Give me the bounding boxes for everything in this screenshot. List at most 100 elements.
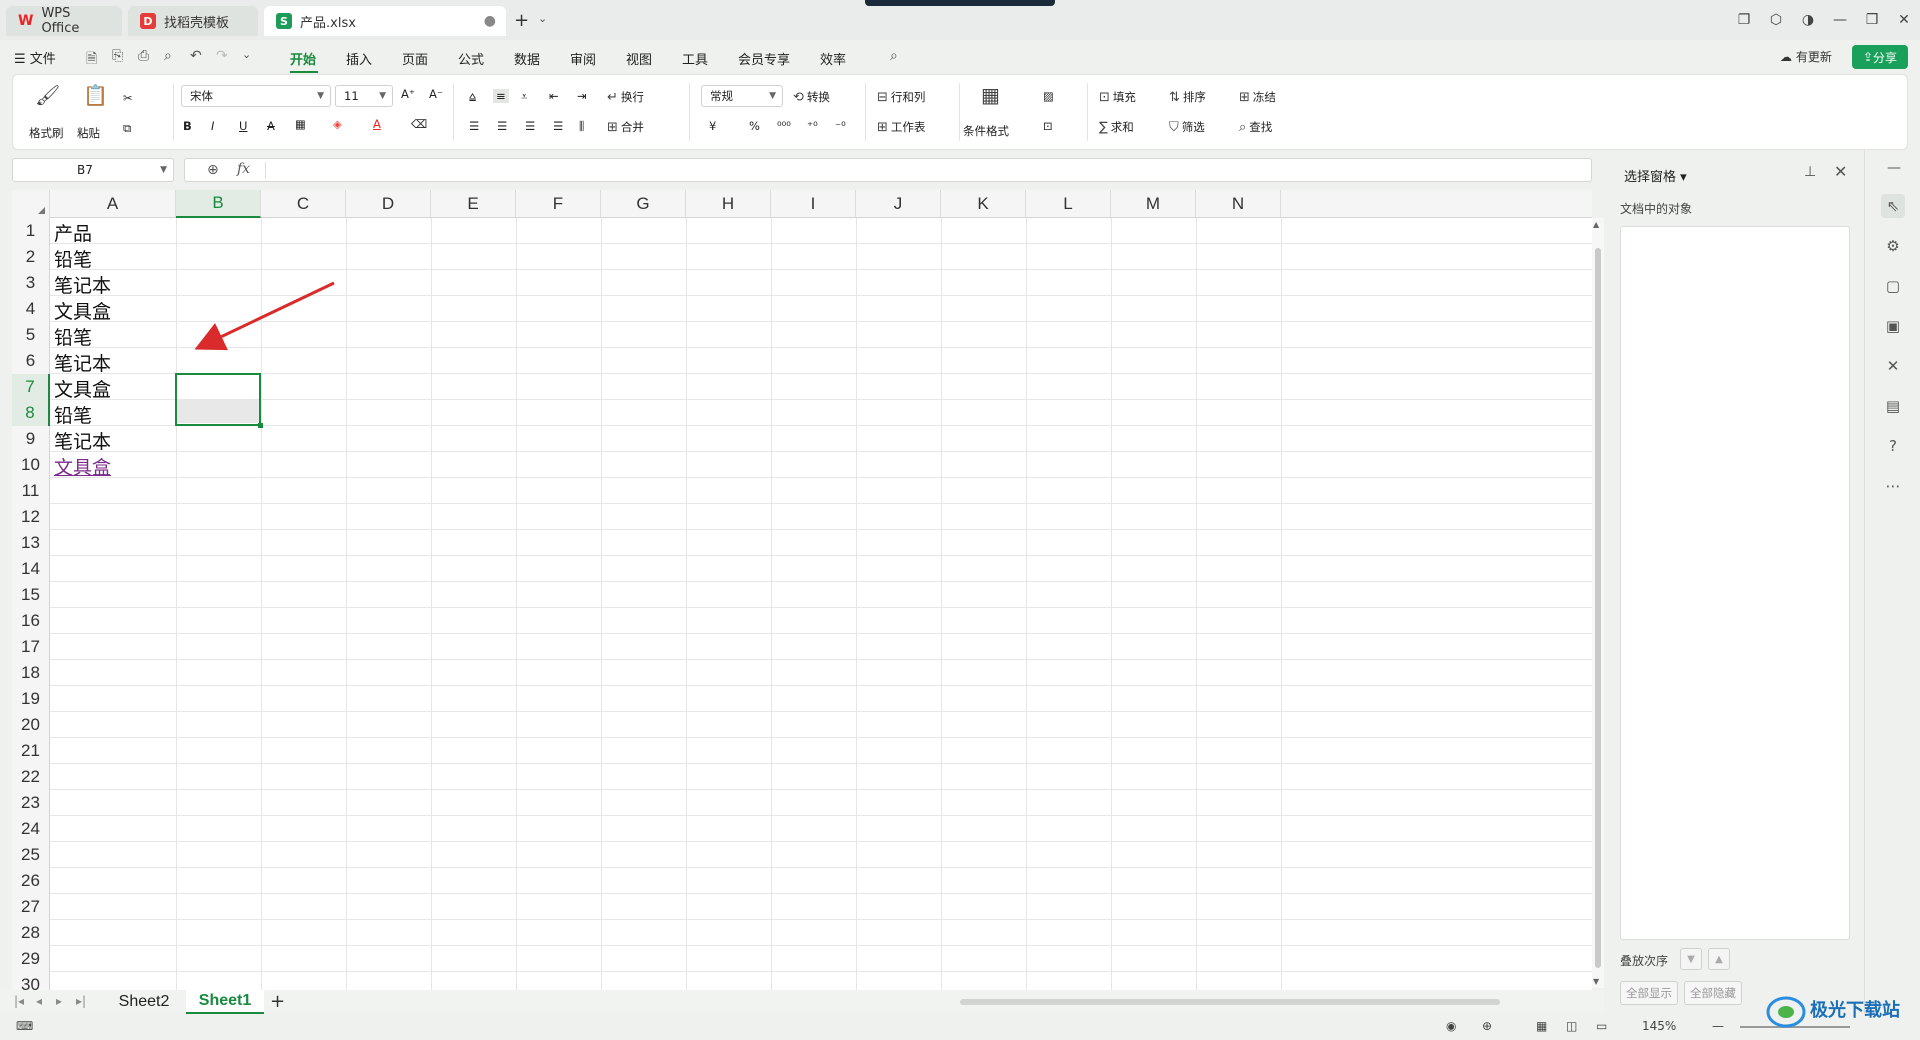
distribute-icon[interactable]: ⫼	[579, 119, 584, 134]
update-button[interactable]: ☁ 有更新	[1780, 48, 1832, 65]
adjust-icon[interactable]: ⚙	[1881, 234, 1905, 258]
pane-title[interactable]: 选择窗格 ▾	[1624, 166, 1687, 185]
indent-decrease-icon[interactable]: ⇤	[549, 89, 559, 103]
select-pointer-icon[interactable]: ⇖	[1881, 194, 1905, 218]
chevron-down-icon[interactable]: ⌄	[538, 12, 547, 25]
restore-icon[interactable]: ❒	[1856, 8, 1888, 32]
tile-icon[interactable]: ❐	[1728, 8, 1760, 32]
convert-button[interactable]: ⟲ 转换	[793, 89, 830, 105]
menu-tab-insert[interactable]: 插入	[346, 49, 372, 68]
fill-button[interactable]: ⊡ 填充	[1099, 89, 1136, 105]
tab-document[interactable]: S 产品.xlsx ●	[264, 6, 506, 36]
decimal-increase-icon[interactable]: ⁺⁰	[807, 119, 818, 133]
align-top-icon[interactable]: ⩠	[469, 89, 476, 104]
new-tab-icon[interactable]: +	[514, 10, 529, 31]
align-middle-icon[interactable]: ≡	[493, 89, 509, 103]
show-all-button[interactable]: 全部显示	[1620, 981, 1678, 1005]
name-box[interactable]: B7 ▼	[12, 158, 174, 182]
menu-tab-home[interactable]: 开始	[290, 49, 316, 68]
freeze-button[interactable]: ⊞ 冻结	[1239, 89, 1276, 105]
cube-icon[interactable]: ⬡	[1760, 8, 1792, 32]
normal-view-icon[interactable]: ▦	[1536, 1019, 1547, 1033]
menu-tab-view[interactable]: 视图	[626, 49, 652, 68]
menu-tab-efficiency[interactable]: 效率	[820, 49, 846, 68]
align-center-icon[interactable]: ☰	[497, 119, 507, 133]
tab-wps-office[interactable]: W WPS Office	[6, 6, 122, 36]
conditional-format-button[interactable]: 条件格式	[963, 123, 1009, 139]
export-pdf-icon[interactable]: ⎘	[112, 48, 123, 64]
vertical-scrollbar[interactable]: ▲ ▼	[1592, 218, 1604, 988]
thousands-icon[interactable]: ⁰⁰⁰	[777, 119, 791, 133]
eye-protection-icon[interactable]: ◉	[1446, 1019, 1456, 1033]
font-name-select[interactable]: 宋体 ▼	[181, 85, 331, 107]
target-icon[interactable]: ⊕	[1482, 1019, 1492, 1033]
paste-button[interactable]: 粘贴	[77, 125, 100, 141]
justify-icon[interactable]: ☰	[553, 119, 563, 133]
indent-increase-icon[interactable]: ⇥	[577, 89, 587, 103]
sort-button[interactable]: ⇅ 排序	[1169, 89, 1206, 105]
minimize-icon[interactable]: —	[1824, 8, 1856, 32]
save-icon[interactable]: 🗎	[86, 48, 97, 72]
border-icon[interactable]: ▦	[295, 117, 306, 131]
underline-icon[interactable]: U	[239, 119, 247, 133]
macro-icon[interactable]: ⌨	[16, 1019, 33, 1033]
wrap-text-button[interactable]: ↵ 换行	[607, 89, 644, 105]
zoom-level[interactable]: 145%	[1642, 1019, 1676, 1033]
conditional-format-icon[interactable]: ▦	[981, 83, 1000, 107]
share-button[interactable]: ⇪ 分享	[1852, 45, 1908, 69]
book-icon[interactable]: ▤	[1881, 394, 1905, 418]
row-col-button[interactable]: ⊟ 行和列	[877, 89, 925, 105]
format-painter-button[interactable]: 格式刷	[29, 125, 64, 141]
scroll-thumb[interactable]	[1595, 248, 1601, 968]
align-left-icon[interactable]: ☰	[469, 119, 479, 133]
horizontal-scrollbar[interactable]	[960, 999, 1500, 1005]
formula-input[interactable]: ⊕ fx	[184, 158, 1592, 182]
next-sheet-icon[interactable]: ▸	[56, 994, 62, 1008]
scroll-down-icon[interactable]: ▼	[1593, 977, 1599, 986]
menu-tab-data[interactable]: 数据	[514, 49, 540, 68]
menu-tab-review[interactable]: 审阅	[570, 49, 596, 68]
menu-tab-page[interactable]: 页面	[402, 49, 428, 68]
merge-button[interactable]: ⊞ 合并	[607, 119, 644, 135]
decimal-decrease-icon[interactable]: ⁻⁰	[835, 119, 846, 133]
number-format-select[interactable]: 常规 ▼	[701, 85, 783, 107]
print-preview-icon[interactable]: ⌕	[164, 48, 172, 64]
tools-icon[interactable]: ✕	[1881, 354, 1905, 378]
reading-view-icon[interactable]: ▭	[1596, 1019, 1607, 1033]
close-icon[interactable]: ✕	[1888, 8, 1920, 32]
menu-tab-tools[interactable]: 工具	[682, 49, 708, 68]
filter-button[interactable]: ⛉ 筛选	[1169, 119, 1205, 135]
italic-icon[interactable]: I	[211, 119, 214, 133]
customize-chevron-icon[interactable]: ⌄	[242, 48, 251, 61]
align-right-icon[interactable]: ☰	[525, 119, 535, 133]
last-sheet-icon[interactable]: ▸|	[76, 994, 86, 1008]
zoom-out-icon[interactable]: —	[1712, 1019, 1724, 1033]
hide-all-button[interactable]: 全部隐藏	[1684, 981, 1742, 1005]
menu-tab-member[interactable]: 会员专享	[738, 49, 790, 68]
currency-icon[interactable]: ¥	[709, 119, 716, 133]
help-icon[interactable]: ?	[1881, 434, 1905, 458]
table-style-icon[interactable]: ⊡	[1043, 119, 1053, 133]
sheet-tab-sheet2[interactable]: Sheet2	[104, 990, 184, 1014]
unsaved-dot-icon[interactable]: ●	[484, 13, 496, 29]
cell-style-icon[interactable]: ▨	[1043, 89, 1054, 103]
copy-icon[interactable]: ⧉	[123, 121, 131, 136]
redo-icon[interactable]: ↷	[216, 48, 228, 64]
page-break-view-icon[interactable]: ◫	[1566, 1019, 1577, 1033]
move-down-button[interactable]: ▼	[1680, 948, 1702, 970]
worksheet-button[interactable]: ⊞ 工作表	[877, 119, 925, 135]
first-sheet-icon[interactable]: |◂	[14, 994, 24, 1008]
undo-icon[interactable]: ↶	[190, 48, 202, 64]
fill-color-icon[interactable]: ◈	[333, 117, 342, 131]
sum-button[interactable]: ∑ 求和	[1099, 119, 1134, 135]
image-icon[interactable]: ▣	[1881, 314, 1905, 338]
align-bottom-icon[interactable]: ⩡	[521, 89, 528, 104]
fx-icon[interactable]: fx	[237, 161, 250, 177]
search-icon[interactable]: ⌕	[890, 48, 898, 64]
find-button[interactable]: ⌕ 查找	[1239, 119, 1272, 135]
cut-icon[interactable]: ✂	[123, 91, 133, 105]
objects-list[interactable]	[1620, 226, 1850, 940]
print-icon[interactable]: ⎙	[138, 48, 149, 64]
zoom-icon[interactable]: ⊕	[207, 162, 219, 178]
close-icon[interactable]: ✕	[1834, 162, 1847, 181]
